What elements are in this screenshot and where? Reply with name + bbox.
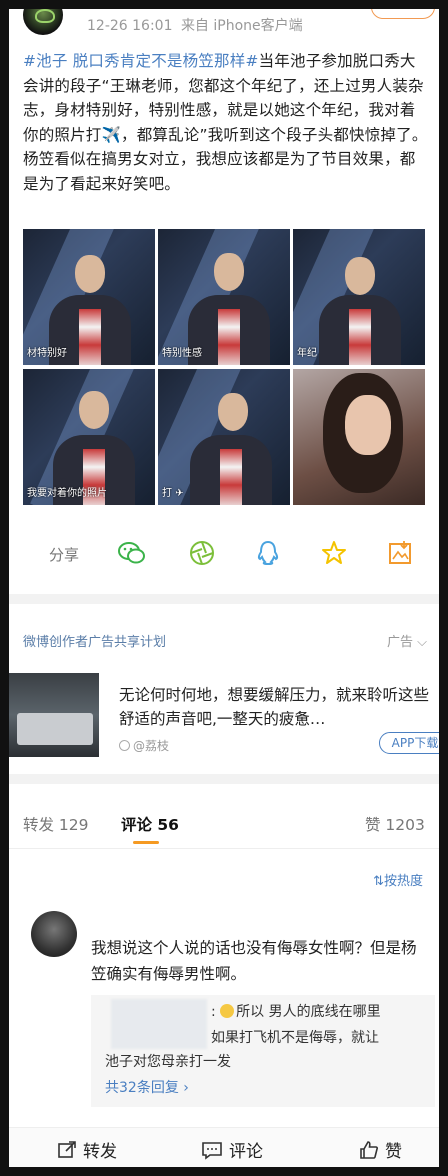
author-avatar[interactable] (23, 9, 63, 35)
sort-label: 按热度 (383, 874, 423, 889)
sort-icon: ⇅ (373, 874, 384, 889)
reply-separator: : (211, 1004, 216, 1020)
repost-button[interactable]: 转发 (57, 1137, 117, 1162)
ad-source[interactable]: 微博创作者广告共享计划 (23, 631, 166, 650)
qzone-icon[interactable] (319, 538, 349, 568)
reply-line-1-text: 所以 男人的底线在哪里 (236, 1004, 381, 1020)
clock-icon (119, 740, 130, 751)
ad-image[interactable] (9, 673, 99, 757)
tab-comment[interactable]: 评论 56 (121, 813, 179, 835)
bottom-action-bar: 转发 评论 赞 (9, 1127, 439, 1167)
image-caption: 年纪 (297, 348, 317, 359)
wechat-icon[interactable] (117, 538, 147, 568)
post-image-4[interactable]: 我要对着你的照片 (23, 369, 155, 505)
qq-icon[interactable] (253, 538, 283, 568)
ad-card[interactable]: 微博创作者广告共享计划 广告 ⌵ 无论何时何地，想要缓解压力，就来聆听这些舒适的… (9, 619, 439, 769)
interaction-tabs: 转发 129 评论 56 赞 1203 (9, 799, 439, 849)
post-image-2[interactable]: 特别性感 (158, 229, 290, 365)
active-tab-indicator (133, 841, 159, 844)
ad-tag-label: 广告 (386, 635, 413, 650)
comment-button[interactable]: 评论 (201, 1137, 263, 1162)
like-button[interactable]: 赞 (359, 1137, 402, 1162)
view-all-replies-link[interactable]: 共32条回复 › (105, 1077, 189, 1097)
tab-like[interactable]: 赞 1203 (365, 813, 425, 835)
post-body: #池子 脱口秀肯定不是杨笠那样#当年池子参加脱口秀大会讲的段子“王琳老师，您都这… (23, 49, 431, 196)
comment-replies[interactable]: : 所以 男人的底线在哪里 如果打飞机不是侮辱，就让 池子对您母亲打一发 共32… (91, 995, 435, 1107)
post-hashtag[interactable]: #池子 脱口秀肯定不是杨笠那样# (23, 52, 259, 70)
reply-line-3: 池子对您母亲打一发 (105, 1054, 231, 1070)
share-row: 分享 (9, 534, 439, 574)
image-caption: 特别性感 (162, 348, 202, 359)
post-meta: 12-26 16:01 来自 iPhone客户端 (87, 15, 303, 35)
post-header: 12-26 16:01 来自 iPhone客户端 (9, 9, 439, 47)
post-body-text: 当年池子参加脱口秀大会讲的段子“王琳老师，您都这个年纪了，还上过男人装杂志，身材… (23, 52, 428, 193)
tab-repost[interactable]: 转发 129 (23, 813, 89, 835)
image-caption: 打 ✈ (162, 488, 184, 499)
save-image-icon[interactable] (385, 538, 415, 568)
image-caption: 材特别好 (27, 348, 67, 359)
chevron-down-icon: ⌵ (417, 635, 427, 650)
repost-label: 转发 (83, 1142, 117, 1162)
like-label: 赞 (385, 1142, 402, 1162)
comment-icon (202, 1141, 222, 1160)
post-image-3[interactable]: 年纪 (293, 229, 425, 365)
section-divider (9, 594, 439, 604)
comment-text: 我想说这个人说的话也没有侮辱女性啊？但是杨笠确实有侮辱男性啊。 (91, 939, 417, 983)
ad-author-name: @荔枝 (133, 739, 170, 753)
follow-button[interactable] (371, 9, 435, 19)
moments-icon[interactable] (187, 538, 217, 568)
section-divider (9, 774, 439, 784)
screenshot-frame: 12-26 16:01 来自 iPhone客户端 #池子 脱口秀肯定不是杨笠那样… (0, 0, 448, 1176)
post-source-prefix: 来自 (180, 18, 209, 34)
ad-author: @荔枝 (119, 737, 169, 754)
comment-label: 评论 (229, 1142, 263, 1162)
sort-by-hot-button[interactable]: ⇅按热度 (373, 870, 423, 889)
app-download-button[interactable]: APP下载 (379, 732, 439, 754)
image-caption: 我要对着你的照片 (27, 488, 107, 499)
thumbs-up-icon (360, 1140, 378, 1159)
ad-text[interactable]: 无论何时何地，想要缓解压力，就来聆听这些舒适的声音吧,一整天的疲惫… (119, 683, 439, 731)
emoji-icon (220, 1004, 235, 1018)
post-image-6[interactable] (293, 369, 425, 505)
repost-icon (58, 1140, 76, 1158)
reply-line-1: : 所以 男人的底线在哪里 (211, 1001, 381, 1021)
blurred-username (111, 999, 207, 1049)
ad-tag[interactable]: 广告 ⌵ (387, 631, 427, 650)
post-source: iPhone客户端 (213, 18, 303, 34)
image-grid: 材特别好 特别性感 年纪 我要对着你的照片 打 ✈ (23, 229, 425, 505)
post-image-5[interactable]: 打 ✈ (158, 369, 290, 505)
post-image-1[interactable]: 材特别好 (23, 229, 155, 365)
reply-line-2: 如果打飞机不是侮辱，就让 (211, 1030, 379, 1046)
share-label: 分享 (49, 546, 80, 564)
commenter-avatar[interactable] (31, 911, 77, 957)
weibo-post-page: 12-26 16:01 来自 iPhone客户端 #池子 脱口秀肯定不是杨笠那样… (9, 9, 439, 1167)
post-timestamp: 12-26 16:01 (87, 18, 173, 34)
